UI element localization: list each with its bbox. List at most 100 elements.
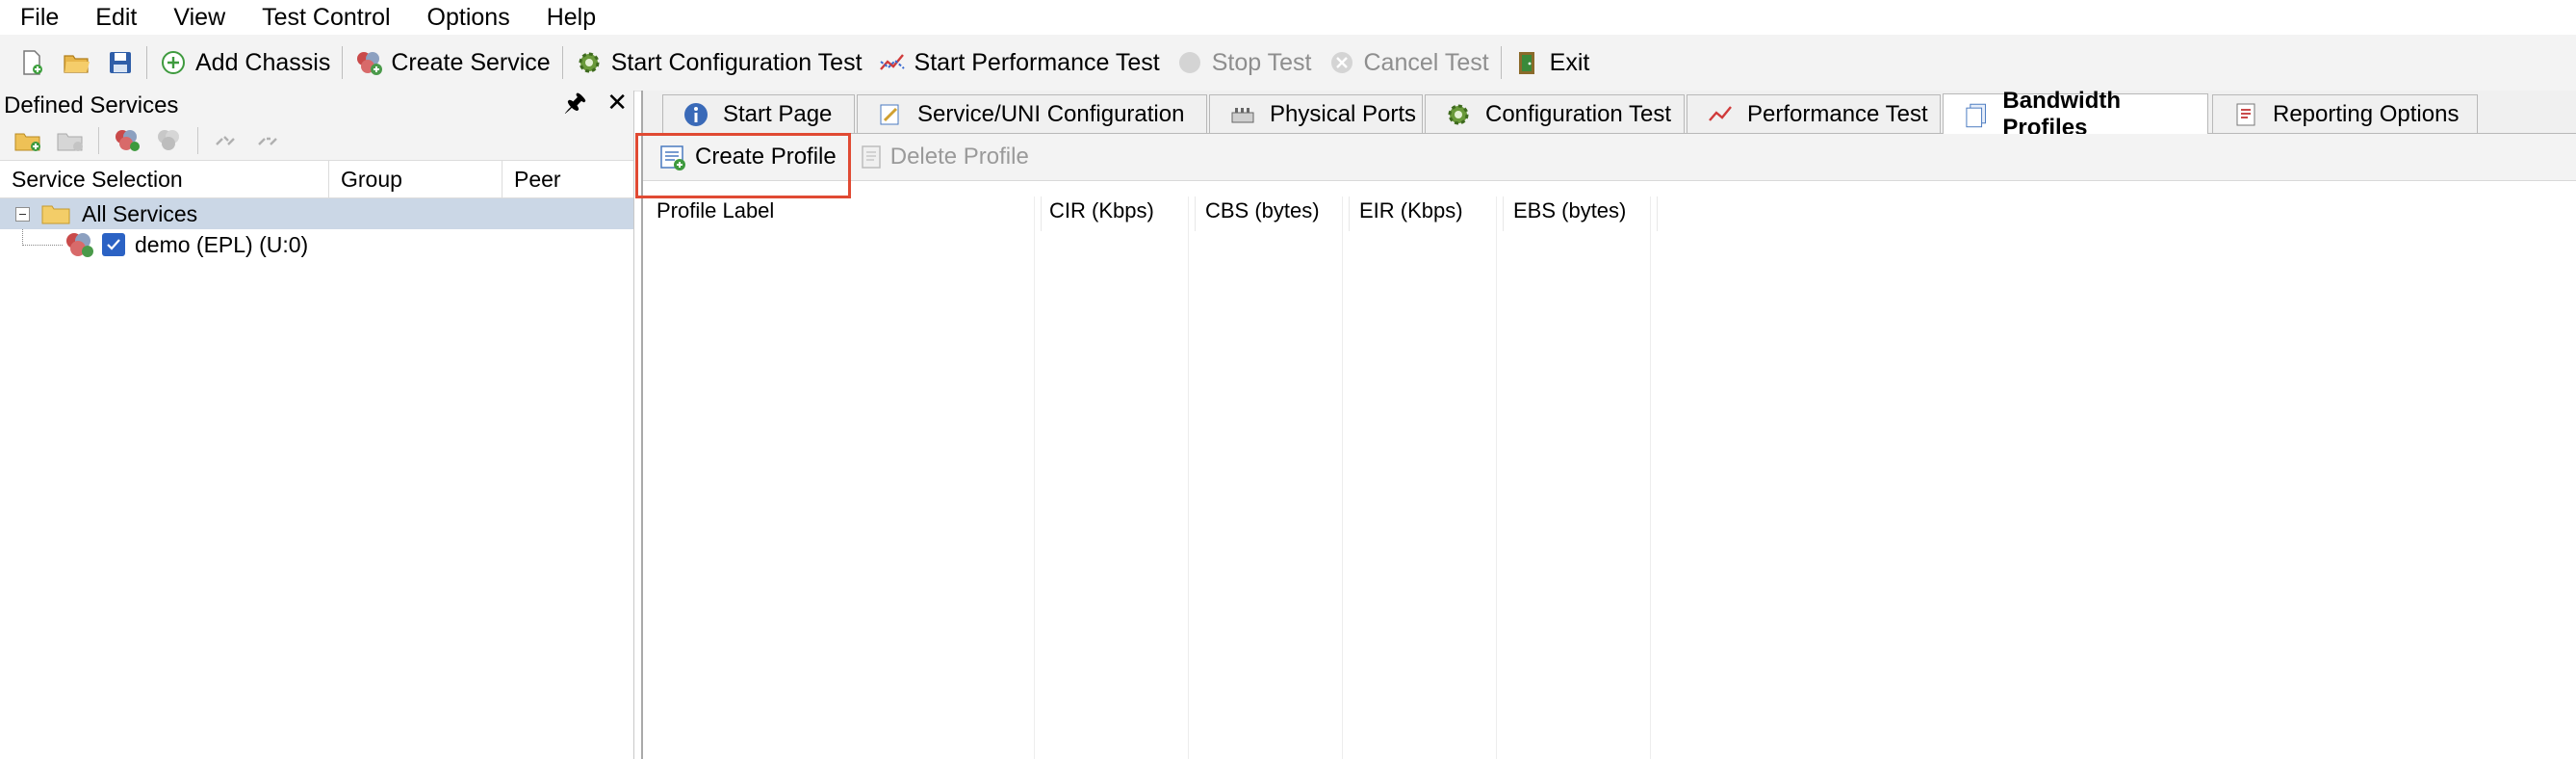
main-toolbar: Add Chassis Create Service Start Configu… bbox=[0, 35, 2576, 92]
grid-column-divider bbox=[1188, 196, 1189, 759]
create-profile-label: Create Profile bbox=[695, 144, 837, 170]
toolbar-separator bbox=[561, 46, 563, 79]
menu-options[interactable]: Options bbox=[409, 0, 528, 35]
remove-folder-icon[interactable] bbox=[56, 127, 85, 154]
start-configuration-test-label: Start Configuration Test bbox=[610, 48, 863, 76]
delete-profile-icon bbox=[861, 145, 881, 169]
edit-document-icon bbox=[880, 104, 899, 124]
tree-node-demo-service[interactable]: demo (EPL) (U:0) bbox=[0, 229, 633, 260]
add-chassis-button[interactable]: Add Chassis bbox=[151, 40, 338, 85]
tab-label: Physical Ports bbox=[1270, 100, 1417, 127]
remove-service-icon[interactable] bbox=[155, 127, 184, 154]
open-folder-button[interactable] bbox=[54, 40, 98, 85]
folder-icon bbox=[41, 205, 70, 224]
tab-configuration-test[interactable]: Configuration Test bbox=[1425, 94, 1685, 133]
profiles-document-icon bbox=[1966, 103, 1986, 127]
delete-profile-label: Delete Profile bbox=[889, 144, 1029, 170]
defined-services-panel: Defined Services 🖈︎ ✕ Service Selection … bbox=[0, 88, 634, 759]
column-service-selection[interactable]: Service Selection bbox=[0, 161, 329, 197]
tab-physical-ports[interactable]: Physical Ports bbox=[1209, 94, 1423, 133]
tab-label: Performance Test bbox=[1747, 100, 1928, 127]
service-checkbox[interactable] bbox=[102, 233, 125, 256]
profiles-toolbar: Create Profile Delete Profile bbox=[643, 134, 2576, 181]
unlink-icon[interactable] bbox=[254, 127, 283, 154]
column-group[interactable]: Group bbox=[329, 161, 502, 197]
tab-label: Service/UNI Configuration bbox=[917, 100, 1185, 127]
delete-profile-button[interactable]: Delete Profile bbox=[848, 138, 1041, 176]
services-column-header: Service Selection Group Peer bbox=[0, 161, 633, 198]
stop-test-label: Stop Test bbox=[1211, 48, 1312, 76]
toolbar-separator bbox=[197, 127, 198, 154]
column-peer[interactable]: Peer bbox=[502, 161, 633, 197]
tab-strip: Start Page Service/UNI Configuration Phy… bbox=[643, 88, 2576, 141]
checkmark-icon bbox=[107, 239, 120, 250]
tab-label: Start Page bbox=[723, 100, 833, 127]
start-performance-test-button[interactable]: Start Performance Test bbox=[870, 40, 1168, 85]
menu-help[interactable]: Help bbox=[528, 0, 614, 35]
gear-icon bbox=[1448, 104, 1469, 124]
main-content-area: Start Page Service/UNI Configuration Phy… bbox=[635, 88, 2576, 759]
pin-icon[interactable]: 🖈︎ bbox=[563, 88, 586, 117]
create-service-button[interactable]: Create Service bbox=[347, 40, 557, 85]
add-service-icon[interactable] bbox=[113, 127, 142, 154]
new-file-button[interactable] bbox=[10, 40, 54, 85]
menu-bar: File Edit View Test Control Options Help bbox=[0, 0, 2576, 35]
save-disk-icon bbox=[110, 52, 131, 73]
save-button[interactable] bbox=[98, 40, 142, 85]
tab-performance-test[interactable]: Performance Test bbox=[1687, 94, 1941, 133]
stop-circle-icon bbox=[1178, 52, 1200, 73]
toolbar-separator bbox=[146, 46, 147, 79]
toolbar-separator bbox=[98, 127, 99, 154]
panel-title-bar: Defined Services 🖈︎ ✕ bbox=[0, 88, 633, 121]
toolbar-separator bbox=[1500, 46, 1502, 79]
add-chassis-label: Add Chassis bbox=[195, 48, 331, 76]
column-profile-label[interactable]: Profile Label bbox=[655, 196, 1042, 231]
start-configuration-test-button[interactable]: Start Configuration Test bbox=[567, 40, 870, 85]
create-profile-button[interactable]: Create Profile bbox=[647, 138, 848, 176]
close-icon[interactable]: ✕ bbox=[606, 88, 628, 117]
tab-bandwidth-profiles[interactable]: Bandwidth Profiles bbox=[1943, 88, 2208, 141]
exit-button[interactable]: Exit bbox=[1506, 40, 1598, 85]
grid-column-divider bbox=[1342, 196, 1343, 759]
collapse-icon[interactable] bbox=[15, 206, 30, 222]
tree-connector bbox=[22, 229, 24, 246]
tab-service-uni-configuration[interactable]: Service/UNI Configuration bbox=[857, 94, 1207, 133]
start-performance-test-label: Start Performance Test bbox=[914, 48, 1160, 76]
add-circle-icon bbox=[162, 51, 185, 74]
service-icon bbox=[66, 233, 93, 257]
exit-door-icon bbox=[1518, 52, 1534, 74]
column-cbs[interactable]: CBS (bytes) bbox=[1196, 196, 1350, 231]
tree-node-label: demo (EPL) (U:0) bbox=[135, 231, 309, 257]
panel-title: Defined Services bbox=[4, 92, 179, 118]
tab-reporting-options[interactable]: Reporting Options bbox=[2212, 94, 2478, 133]
menu-test-control[interactable]: Test Control bbox=[244, 0, 408, 35]
tab-label: Configuration Test bbox=[1485, 100, 1672, 127]
create-service-label: Create Service bbox=[391, 48, 551, 76]
performance-chart-icon bbox=[879, 54, 905, 70]
exit-label: Exit bbox=[1549, 48, 1590, 76]
grid-column-divider bbox=[1496, 196, 1497, 759]
column-cir[interactable]: CIR (Kbps) bbox=[1042, 196, 1196, 231]
tree-connector bbox=[22, 245, 63, 247]
link-icon[interactable] bbox=[212, 127, 241, 154]
cancel-x-icon bbox=[1330, 52, 1352, 73]
services-toolbar bbox=[0, 121, 633, 161]
cancel-test-button[interactable]: Cancel Test bbox=[1320, 40, 1497, 85]
menu-file[interactable]: File bbox=[0, 0, 77, 35]
new-file-icon bbox=[23, 50, 42, 75]
column-eir[interactable]: EIR (Kbps) bbox=[1350, 196, 1504, 231]
toolbar-separator bbox=[342, 46, 344, 79]
gear-icon bbox=[579, 52, 600, 73]
tree-node-all-services[interactable]: All Services bbox=[0, 198, 633, 229]
menu-view[interactable]: View bbox=[155, 0, 244, 35]
report-icon bbox=[2236, 103, 2255, 125]
stop-test-button[interactable]: Stop Test bbox=[1168, 40, 1320, 85]
menu-edit[interactable]: Edit bbox=[77, 0, 155, 35]
tab-start-page[interactable]: Start Page bbox=[662, 94, 855, 133]
info-icon bbox=[684, 102, 708, 126]
column-ebs[interactable]: EBS (bytes) bbox=[1504, 196, 1658, 231]
add-folder-icon[interactable] bbox=[13, 127, 42, 154]
open-folder-icon bbox=[64, 55, 90, 73]
grid-column-divider bbox=[1034, 196, 1035, 759]
service-network-icon bbox=[357, 52, 383, 75]
